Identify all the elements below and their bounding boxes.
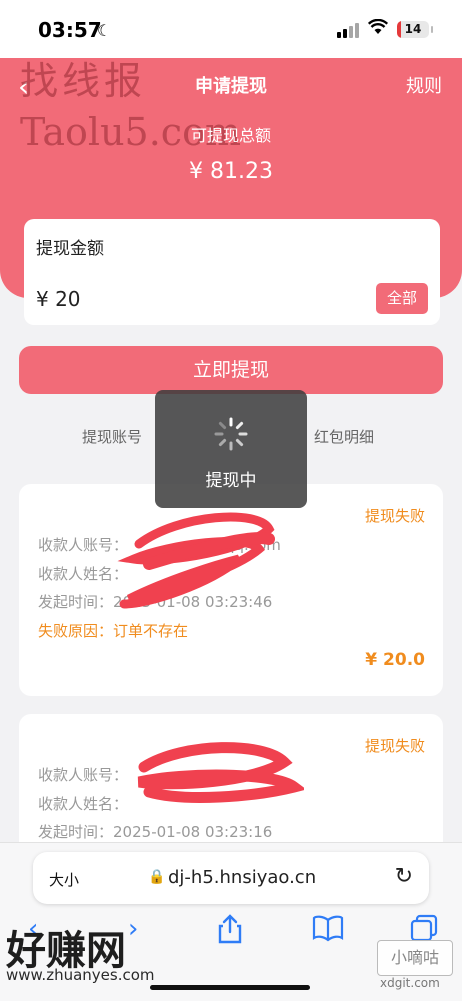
battery-indicator: 14 [397,21,429,38]
spinner-icon [214,417,248,451]
rules-link[interactable]: 规则 [406,72,442,98]
bookmarks-icon[interactable] [312,914,344,949]
record-status: 提现失败 [364,507,425,525]
home-indicator [150,985,310,990]
record-time: 发起时间：2025-01-08 03:23:16 [38,821,272,842]
signal-icon [337,22,361,38]
record-account: 收款人账号： @qq.com [38,534,281,555]
record-name: 收款人姓名： [38,565,129,583]
loading-toast: 提现中 [155,390,307,508]
record-status: 提现失败 [364,737,425,755]
toast-text: 提现中 [205,471,257,491]
withdraw-amount-card: 提现金额 ¥ 20 全部 [24,219,440,325]
record-fail-reason: 失败原因：订单不存在 [38,622,189,640]
record-time-value: 2025-01-08 03:23:46 [113,593,273,611]
reload-icon[interactable]: ↻ [395,864,413,889]
battery-tip [431,26,433,33]
wifi-icon [367,18,389,40]
total-balance-label: 可提现总额 [190,126,271,145]
record-account-label: 收款人账号： [38,536,129,554]
lock-icon: 🔒 [148,869,166,885]
watermark-bottom-url: www.zhuanyes.com [6,966,155,984]
watermark-badge: 小嘀咕 [377,940,453,976]
redaction-scribble [137,742,304,803]
watermark-top-text: 找线报 [20,59,147,103]
record-time-label: 发起时间： [38,593,114,611]
total-balance-amount: ¥ 81.23 [189,159,273,184]
withdraw-account-link[interactable]: 提现账号 [82,426,142,447]
record-account: 收款人账号： [38,766,129,784]
withdraw-record: 提现失败 收款人账号： @qq.com 收款人姓名： 发起时间：2025-01-0… [19,484,443,696]
status-time: 03:57 [38,18,102,42]
battery-percent: 14 [404,22,422,36]
record-time: 发起时间：2025-01-08 03:23:46 [38,591,272,612]
forward-nav-icon[interactable]: › [128,914,138,944]
url-text[interactable]: dj-h5.hnsiyao.cn [168,867,316,888]
red-packet-detail-link[interactable]: 红包明细 [314,426,374,447]
moon-icon: ☾ [97,21,112,40]
record-time-label: 发起时间： [38,823,114,841]
withdraw-amount-label: 提现金额 [36,239,104,259]
record-time-value: 2025-01-08 03:23:16 [113,823,273,841]
record-amount: ¥ 20.0 [365,650,425,670]
share-icon[interactable] [216,914,244,951]
address-bar[interactable]: 大小 🔒 dj-h5.hnsiyao.cn ↻ [33,852,429,904]
record-name: 收款人姓名： [38,795,129,813]
withdraw-now-button[interactable]: 立即提现 [19,346,443,394]
watermark-corner: xdgit.com [380,976,440,990]
record-account-suffix: @qq.com [210,536,281,554]
text-size-button[interactable]: 大小 [49,869,79,890]
withdraw-amount-input[interactable]: ¥ 20 [36,287,81,311]
all-amount-button[interactable]: 全部 [376,283,428,314]
